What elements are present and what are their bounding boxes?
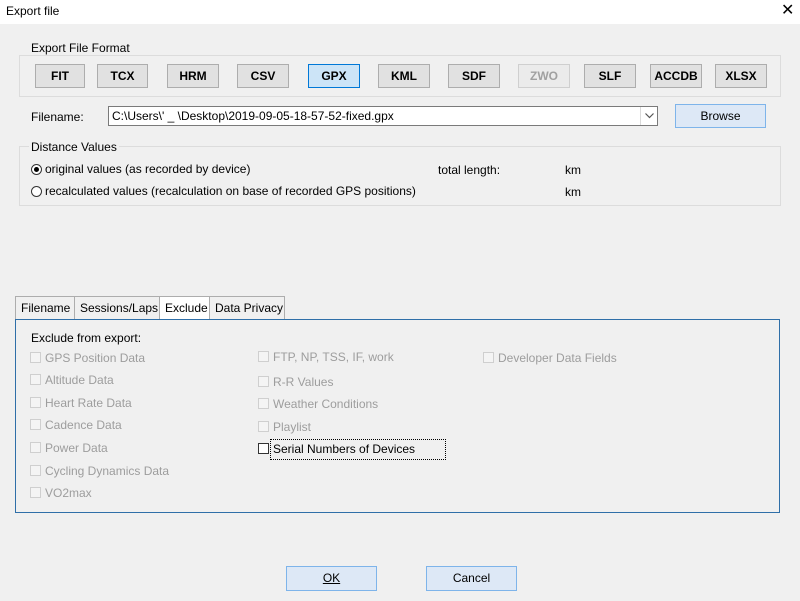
checkbox-box[interactable]: [483, 352, 494, 363]
checkbox-box[interactable]: [258, 443, 269, 454]
checkbox-box[interactable]: [30, 419, 41, 430]
checkbox-box[interactable]: [30, 397, 41, 408]
tab-sessions-laps[interactable]: Sessions/Laps: [74, 296, 160, 320]
radio-original-values[interactable]: [31, 164, 42, 175]
browse-button[interactable]: Browse: [675, 104, 766, 128]
close-icon[interactable]: ✕: [781, 0, 794, 22]
format-button-fit[interactable]: FIT: [35, 64, 85, 88]
checkbox-box[interactable]: [258, 398, 269, 409]
checkbox-box[interactable]: [258, 351, 269, 362]
format-button-slf[interactable]: SLF: [584, 64, 636, 88]
chevron-down-icon[interactable]: [640, 107, 657, 125]
checkbox-box[interactable]: [30, 442, 41, 453]
tab-data-privacy[interactable]: Data Privacy: [209, 296, 285, 320]
checkbox-box[interactable]: [258, 376, 269, 387]
format-button-gpx[interactable]: GPX: [308, 64, 360, 88]
radio-original-label[interactable]: original values (as recorded by device): [45, 162, 250, 176]
format-button-sdf[interactable]: SDF: [448, 64, 500, 88]
format-button-xlsx[interactable]: XLSX: [715, 64, 767, 88]
checkbox-box[interactable]: [30, 487, 41, 498]
unit-recalculated: km: [565, 185, 581, 199]
format-button-accdb[interactable]: ACCDB: [650, 64, 702, 88]
ok-button[interactable]: OK: [286, 566, 377, 591]
tab-filename[interactable]: Filename: [15, 296, 75, 320]
ok-button-label: OK: [322, 571, 341, 585]
radio-recalculated-label[interactable]: recalculated values (recalculation on ba…: [45, 184, 416, 198]
cancel-button-label: Cancel: [452, 571, 491, 585]
title-bar: Export file ✕: [0, 0, 800, 24]
radio-recalculated-values[interactable]: [31, 186, 42, 197]
tab-exclude[interactable]: Exclude: [159, 296, 210, 320]
format-button-tcx[interactable]: TCX: [97, 64, 148, 88]
browse-button-label: Browse: [700, 109, 741, 123]
format-button-hrm[interactable]: HRM: [167, 64, 219, 88]
total-length-label: total length:: [438, 163, 501, 177]
cancel-button[interactable]: Cancel: [426, 566, 517, 591]
checkbox-box[interactable]: [258, 421, 269, 432]
distance-values-label: Distance Values: [29, 140, 119, 154]
checkbox-box[interactable]: [30, 352, 41, 363]
checkbox-box[interactable]: [30, 374, 41, 385]
checkbox-box[interactable]: [30, 465, 41, 476]
filename-combo[interactable]: C:\Users\' _ \Desktop\2019-09-05-18-57-5…: [108, 106, 658, 126]
format-button-zwo[interactable]: ZWO: [518, 64, 570, 88]
filename-value: C:\Users\' _ \Desktop\2019-09-05-18-57-5…: [112, 109, 394, 123]
exclude-heading: Exclude from export:: [31, 331, 142, 345]
unit-original: km: [565, 163, 581, 177]
format-button-kml[interactable]: KML: [378, 64, 430, 88]
exclude-panel: [15, 319, 780, 513]
export-format-label: Export File Format: [29, 41, 132, 55]
window-title: Export file: [6, 4, 60, 18]
format-button-csv[interactable]: CSV: [237, 64, 289, 88]
filename-label: Filename:: [31, 110, 84, 124]
focus-rectangle: [270, 439, 446, 460]
